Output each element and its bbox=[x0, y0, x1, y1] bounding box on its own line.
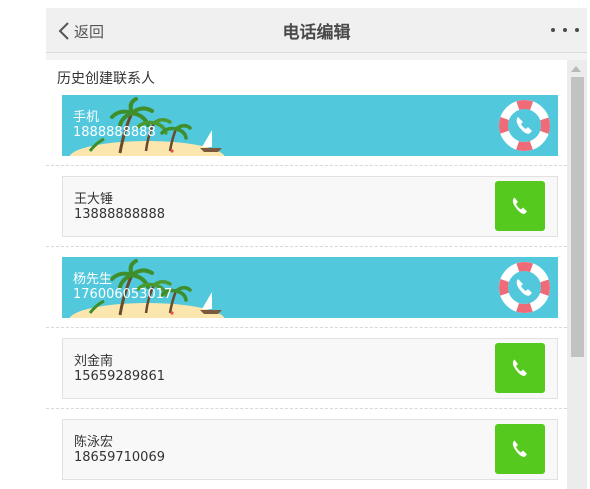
divider bbox=[46, 246, 567, 247]
contact-name: 杨先生 bbox=[73, 272, 113, 287]
divider bbox=[46, 327, 567, 328]
section-title: 历史创建联系人 bbox=[57, 71, 155, 87]
contact-item-banner[interactable]: 杨先生 17600605301​7 bbox=[62, 257, 558, 318]
contact-item-card[interactable]: 王大锤 13888888888 bbox=[62, 176, 558, 237]
scroll-thumb[interactable] bbox=[571, 77, 584, 357]
contact-item-card[interactable]: 刘金南 15659289861 bbox=[62, 338, 558, 399]
contact-phone: 1888888888 bbox=[73, 125, 156, 140]
call-button[interactable] bbox=[495, 181, 545, 231]
contact-phone: 15659289861 bbox=[74, 369, 165, 384]
more-dot-icon bbox=[551, 28, 555, 32]
contact-item-banner[interactable]: 手机 1888888888 bbox=[62, 95, 558, 156]
contact-list-area: 历史创建联系人 手机 1888888888 王大锤 13888888888 杨先… bbox=[46, 60, 567, 489]
more-dot-icon bbox=[575, 28, 579, 32]
contact-name: 刘金南 bbox=[74, 354, 114, 369]
lifebuoy-icon[interactable] bbox=[499, 100, 550, 151]
contact-phone: 18659710069 bbox=[74, 450, 165, 465]
more-dot-icon bbox=[563, 28, 567, 32]
more-menu-button[interactable] bbox=[551, 20, 579, 40]
contact-item-card[interactable]: 陈泳宏 18659710069 bbox=[62, 419, 558, 480]
vertical-scrollbar[interactable] bbox=[567, 60, 587, 489]
page-title: 电话编辑 bbox=[282, 23, 351, 43]
contact-phone: 13888888888 bbox=[74, 207, 165, 222]
contact-phone: 17600605301​7 bbox=[73, 287, 173, 302]
phone-icon bbox=[512, 197, 527, 214]
contact-name: 陈泳宏 bbox=[74, 435, 114, 450]
header-bar: 返回 电话编辑 bbox=[46, 8, 587, 53]
phone-icon bbox=[512, 359, 527, 376]
phone-icon bbox=[512, 440, 527, 457]
call-button[interactable] bbox=[495, 424, 545, 474]
call-button[interactable] bbox=[495, 343, 545, 393]
scroll-up-arrow-icon[interactable] bbox=[571, 66, 581, 72]
contact-name: 王大锤 bbox=[74, 192, 114, 207]
divider bbox=[46, 408, 567, 409]
divider bbox=[46, 165, 567, 166]
lifebuoy-icon[interactable] bbox=[499, 262, 550, 313]
contact-name: 手机 bbox=[73, 110, 100, 125]
app-frame: 返回 电话编辑 历史创建联系人 手机 1888888888 王大锤 138888… bbox=[46, 8, 587, 489]
